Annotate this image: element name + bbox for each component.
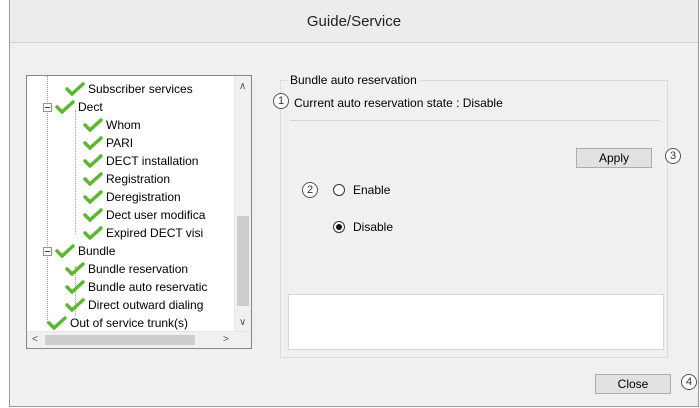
tree-item-bundle-auto-reservation[interactable]: Bundle auto reservatic <box>65 278 207 296</box>
scroll-left-icon[interactable]: < <box>32 335 38 345</box>
tree-item-label: Expired DECT visi <box>106 226 204 240</box>
tree-item-deregistration[interactable]: Deregistration <box>83 188 181 206</box>
tree-item-label: Dect user modifica <box>106 208 206 222</box>
divider <box>290 120 660 121</box>
check-icon <box>83 118 103 132</box>
tree-item-direct-outward-dialing[interactable]: Direct outward dialing <box>65 296 203 314</box>
tree-item-bundle-reservation[interactable]: Bundle reservation <box>65 260 188 278</box>
radio-unselected-icon[interactable] <box>333 184 345 196</box>
horizontal-scroll-thumb[interactable] <box>45 335 195 345</box>
callout-1: 1 <box>273 93 289 109</box>
tree-item-label: Dect <box>78 100 103 114</box>
check-icon <box>83 172 103 186</box>
tree-item-label: Bundle auto reservatic <box>88 280 208 294</box>
tree-item-label: Whom <box>106 118 141 132</box>
check-icon <box>83 208 103 222</box>
collapse-icon[interactable] <box>43 102 52 112</box>
check-icon <box>83 226 103 240</box>
check-icon <box>83 190 103 204</box>
scroll-down-icon[interactable]: ∨ <box>239 318 246 328</box>
tree-item-label: DECT installation <box>106 154 199 168</box>
tree-item-label: Registration <box>106 172 171 186</box>
tree-connector <box>75 110 76 234</box>
check-icon <box>65 280 85 294</box>
tree-item-registration[interactable]: Registration <box>83 170 170 188</box>
radio-label: Disable <box>353 220 394 234</box>
callout-4: 4 <box>681 374 697 390</box>
horizontal-scrollbar[interactable]: < > <box>27 331 251 348</box>
check-icon <box>65 82 85 96</box>
callout-2: 2 <box>302 182 318 198</box>
window-title: Guide/Service <box>10 0 698 43</box>
check-icon <box>47 316 67 330</box>
tree-item-label: Deregistration <box>106 190 181 204</box>
group-legend: Bundle auto reservation <box>288 73 419 87</box>
close-button[interactable]: Close <box>595 374 671 394</box>
radio-label: Enable <box>353 183 391 197</box>
tree-item-out-of-service-trunks[interactable]: Out of service trunk(s) <box>47 314 188 332</box>
tree-item-label: Bundle <box>78 244 116 258</box>
check-icon <box>83 154 103 168</box>
vertical-scrollbar[interactable]: ∧ ∨ <box>234 76 251 333</box>
current-state-text: Current auto reservation state : Disable <box>294 96 503 110</box>
tree-item-dect-installation[interactable]: DECT installation <box>83 152 198 170</box>
info-textarea[interactable] <box>288 294 664 350</box>
check-icon <box>55 100 75 114</box>
tree-item-expired-dect-visitor[interactable]: Expired DECT visi <box>83 224 203 242</box>
check-icon <box>55 244 75 258</box>
apply-button[interactable]: Apply <box>576 148 652 168</box>
radio-enable[interactable]: Enable <box>333 183 390 197</box>
tree-item-subscriber-services[interactable]: Subscriber services <box>65 80 193 98</box>
callout-3: 3 <box>665 148 681 164</box>
tree-item-label: Subscriber services <box>88 82 193 96</box>
radio-selected-icon[interactable] <box>333 221 345 233</box>
scroll-right-icon[interactable]: > <box>223 335 229 345</box>
tree-item-label: Direct outward dialing <box>88 298 204 312</box>
tree-item-bundle[interactable]: Bundle <box>43 242 115 260</box>
collapse-icon[interactable] <box>43 246 52 256</box>
check-icon <box>65 298 85 312</box>
vertical-scroll-thumb[interactable] <box>237 216 249 306</box>
tree-item-label: Bundle reservation <box>88 262 189 276</box>
check-icon <box>83 136 103 150</box>
tree-item-dect-user-modification[interactable]: Dect user modifica <box>83 206 205 224</box>
tree-item-pari[interactable]: PARI <box>83 134 133 152</box>
scroll-up-icon[interactable]: ∧ <box>239 82 246 92</box>
radio-disable[interactable]: Disable <box>333 220 393 234</box>
navigation-tree[interactable]: Subscriber services Dect Whom PARI DECT … <box>26 75 252 349</box>
check-icon <box>65 262 85 276</box>
tree-item-label: Out of service trunk(s) <box>70 316 189 330</box>
tree-item-dect[interactable]: Dect <box>43 98 103 116</box>
tree-item-whom[interactable]: Whom <box>83 116 141 134</box>
tree-item-label: PARI <box>106 136 134 150</box>
